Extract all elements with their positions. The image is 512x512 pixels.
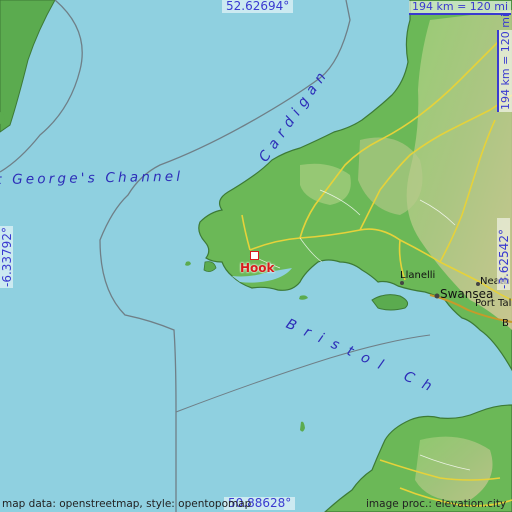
attribution-image-proc: image proc.: elevation.city <box>366 498 507 510</box>
gower-peninsula <box>371 294 409 311</box>
town-partial-label: B <box>502 318 509 329</box>
sea-label-st-georges-channel: t George's Channel <box>0 168 184 188</box>
swansea-dot <box>434 293 440 299</box>
town-llanelli: Llanelli <box>400 270 436 281</box>
place-marker-icon[interactable] <box>250 251 259 260</box>
coord-left: -6.33792° <box>0 226 14 288</box>
map-view[interactable]: t George's Channel Cardigan Bristol Ch L… <box>0 0 512 512</box>
coord-left-text: -6.33792° <box>0 227 14 287</box>
scale-bar-vertical: 194 km = 120 mi <box>497 14 512 112</box>
attribution-map-data: map data: openstreetmap, style: opentopo… <box>2 498 252 510</box>
scale-bar-vertical-text: 194 km = 120 mi <box>499 13 512 110</box>
coord-top: 52.62694° <box>222 0 294 13</box>
llanelli-dot <box>400 281 404 285</box>
scale-bar-horizontal: 194 km = 120 mi <box>409 1 512 15</box>
town-port-talbot: Port Talbot <box>475 298 512 309</box>
place-label: Hook <box>240 261 275 275</box>
coord-right: -3.62542° <box>497 218 511 290</box>
coord-right-text: -3.62542° <box>497 229 511 289</box>
